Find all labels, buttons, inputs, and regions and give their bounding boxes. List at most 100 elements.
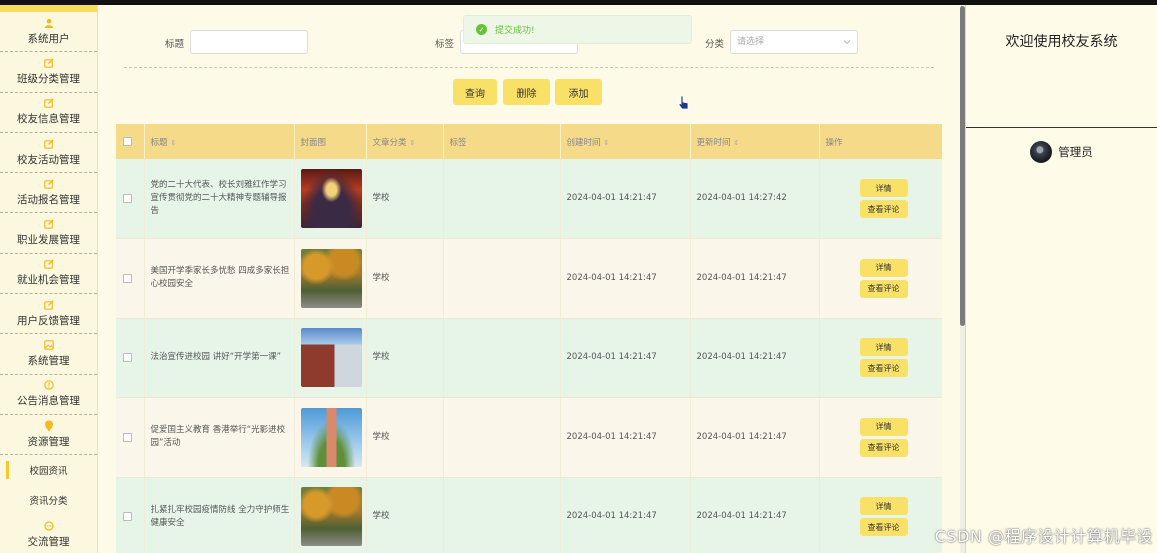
table-row: 党的二十大代表、校长刘雅红作学习宣传贯彻党的二十大精神专题辅导报告 学校 2024-…: [116, 159, 942, 239]
row-tag: [443, 318, 561, 398]
row-actions: 详情 查看评论: [819, 238, 942, 319]
table-header-row: 标题 ⇕ 封面图 文章分类 ⇕ 标签 创建时间 ⇕ 更新时间 ⇕ 操作: [116, 124, 942, 159]
row-checkbox[interactable]: [123, 512, 132, 522]
query-button[interactable]: 查询: [453, 79, 497, 105]
cover-image: [300, 169, 362, 228]
sidebar-item-label: 班级分类管理: [17, 72, 80, 85]
image-icon: [43, 340, 54, 350]
row-category: 学校: [366, 318, 444, 398]
row-checkbox[interactable]: [123, 432, 132, 442]
row-created: 2024-04-01 14:21:47: [560, 477, 691, 553]
row-tag: [443, 477, 561, 553]
sidebar-item-label: 公告消息管理: [17, 395, 80, 408]
header-category[interactable]: 文章分类 ⇕: [366, 124, 444, 159]
title-search-input[interactable]: [190, 30, 308, 54]
sidebar-item-5[interactable]: 职业发展管理: [0, 213, 97, 254]
view-comments-button[interactable]: 查看评论: [859, 359, 908, 378]
main-content: 标题 标签 分类 请选择 查询 删除 添加 标题 ⇕ 封面图 文章分类 ⇕ 标签…: [98, 5, 960, 553]
view-comments-button[interactable]: 查看评论: [859, 200, 908, 218]
row-select-cell[interactable]: [116, 318, 145, 398]
success-toast: ✓ 提交成功!: [463, 15, 692, 44]
row-updated: 2024-04-01 14:21:47: [690, 477, 820, 553]
row-checkbox[interactable]: [123, 353, 132, 363]
header-created-label: 创建时间: [566, 137, 601, 148]
delete-button[interactable]: 删除: [503, 79, 550, 105]
edit-icon: [43, 219, 54, 229]
sidebar-item-6[interactable]: 就业机会管理: [0, 254, 97, 295]
row-checkbox[interactable]: [123, 273, 132, 283]
sidebar-item-label: 就业机会管理: [17, 274, 80, 287]
sidebar-item-9[interactable]: 公告消息管理: [0, 375, 97, 415]
row-select-cell[interactable]: [116, 397, 145, 478]
select-all-checkbox[interactable]: [123, 137, 132, 146]
row-checkbox[interactable]: [123, 194, 132, 203]
chevron-down-icon: [843, 31, 851, 62]
row-category: 学校: [366, 477, 444, 553]
sidebar-item-label: 交流管理: [27, 535, 70, 548]
row-cover-cell: [294, 477, 367, 553]
row-select-cell[interactable]: [116, 238, 145, 319]
sidebar-item-1[interactable]: 班级分类管理: [0, 52, 97, 93]
sidebar-item-label: 用户反馈管理: [17, 314, 80, 327]
add-button[interactable]: 添加: [555, 79, 602, 105]
sidebar-accent: [0, 5, 97, 12]
cover-image: [300, 328, 362, 388]
row-select-cell[interactable]: [116, 159, 145, 239]
sort-icon: ⇕: [603, 138, 610, 147]
sidebar-item-0[interactable]: 系统用户: [0, 12, 97, 53]
detail-button[interactable]: 详情: [859, 179, 908, 197]
sidebar-item-label: 系统用户: [27, 32, 70, 45]
row-title: 党的二十大代表、校长刘雅红作学习宣传贯彻党的二十大精神专题辅导报告: [144, 159, 295, 239]
detail-button[interactable]: 详情: [859, 258, 908, 277]
sidebar-item-label: 活动报名管理: [17, 193, 80, 206]
user-icon: [44, 18, 54, 28]
row-created: 2024-04-01 14:21:47: [560, 397, 691, 478]
header-tag-label: 标签: [449, 137, 467, 148]
detail-button[interactable]: 详情: [859, 417, 908, 436]
pointer-cursor-icon: [678, 95, 690, 111]
sidebar-item-chat[interactable]: 交流管理: [0, 515, 97, 553]
sidebar-item-7[interactable]: 用户反馈管理: [0, 294, 97, 335]
header-created[interactable]: 创建时间 ⇕: [560, 124, 691, 159]
edit-icon: [43, 98, 54, 109]
sidebar-item-3[interactable]: 校友活动管理: [0, 133, 97, 174]
sidebar-subitem-news-category[interactable]: 资讯分类: [0, 485, 97, 515]
sidebar-item-10[interactable]: 资源管理: [0, 415, 97, 456]
row-updated: 2024-04-01 14:21:47: [690, 397, 820, 478]
row-updated: 2024-04-01 14:21:47: [690, 318, 820, 398]
view-comments-button[interactable]: 查看评论: [859, 438, 908, 457]
pin-icon: [44, 420, 54, 432]
row-title: 美国开学季家长多忧愁 四成多家长担心校园安全: [144, 238, 295, 319]
sidebar-item-4[interactable]: 活动报名管理: [0, 173, 97, 214]
sort-icon: ⇕: [409, 138, 416, 147]
sidebar: 系统用户班级分类管理校友信息管理校友活动管理 活动报名管理职业发展管理就业机会管理…: [0, 5, 98, 553]
sidebar-subitem-label: 资讯分类: [29, 496, 68, 508]
info-icon: [43, 380, 54, 391]
toast-message: 提交成功!: [495, 26, 535, 36]
header-category-label: 文章分类: [372, 137, 407, 148]
detail-button[interactable]: 详情: [859, 497, 908, 516]
header-title[interactable]: 标题 ⇕: [144, 124, 295, 159]
row-created: 2024-04-01 14:21:47: [560, 159, 691, 239]
sidebar-item-8[interactable]: 系统管理: [0, 334, 97, 375]
view-comments-button[interactable]: 查看评论: [859, 518, 908, 537]
view-comments-button[interactable]: 查看评论: [859, 279, 908, 298]
edit-icon: [43, 179, 54, 189]
detail-button[interactable]: 详情: [859, 338, 908, 357]
sidebar-item-2[interactable]: 校友信息管理: [0, 93, 97, 133]
select-all-cell[interactable]: [116, 124, 145, 159]
header-action-label: 操作: [825, 137, 843, 148]
edit-icon: [43, 299, 54, 310]
header-updated[interactable]: 更新时间 ⇕: [690, 124, 820, 159]
row-created: 2024-04-01 14:21:47: [560, 238, 691, 319]
admin-profile[interactable]: 管理员: [966, 141, 1157, 163]
category-select-placeholder: 请选择: [737, 37, 765, 47]
sidebar-subitem-campus-news[interactable]: 校园资讯: [0, 455, 97, 485]
row-select-cell[interactable]: [116, 477, 145, 553]
header-title-label: 标题: [150, 137, 168, 148]
header-cover-label: 封面图: [300, 137, 327, 148]
category-select[interactable]: 请选择: [730, 30, 858, 54]
row-actions: 详情 查看评论: [819, 318, 942, 398]
row-title: 扎紧扎牢校园疫情防线 全力守护师生健康安全: [144, 477, 295, 553]
sidebar-item-label: 校友活动管理: [17, 153, 80, 166]
